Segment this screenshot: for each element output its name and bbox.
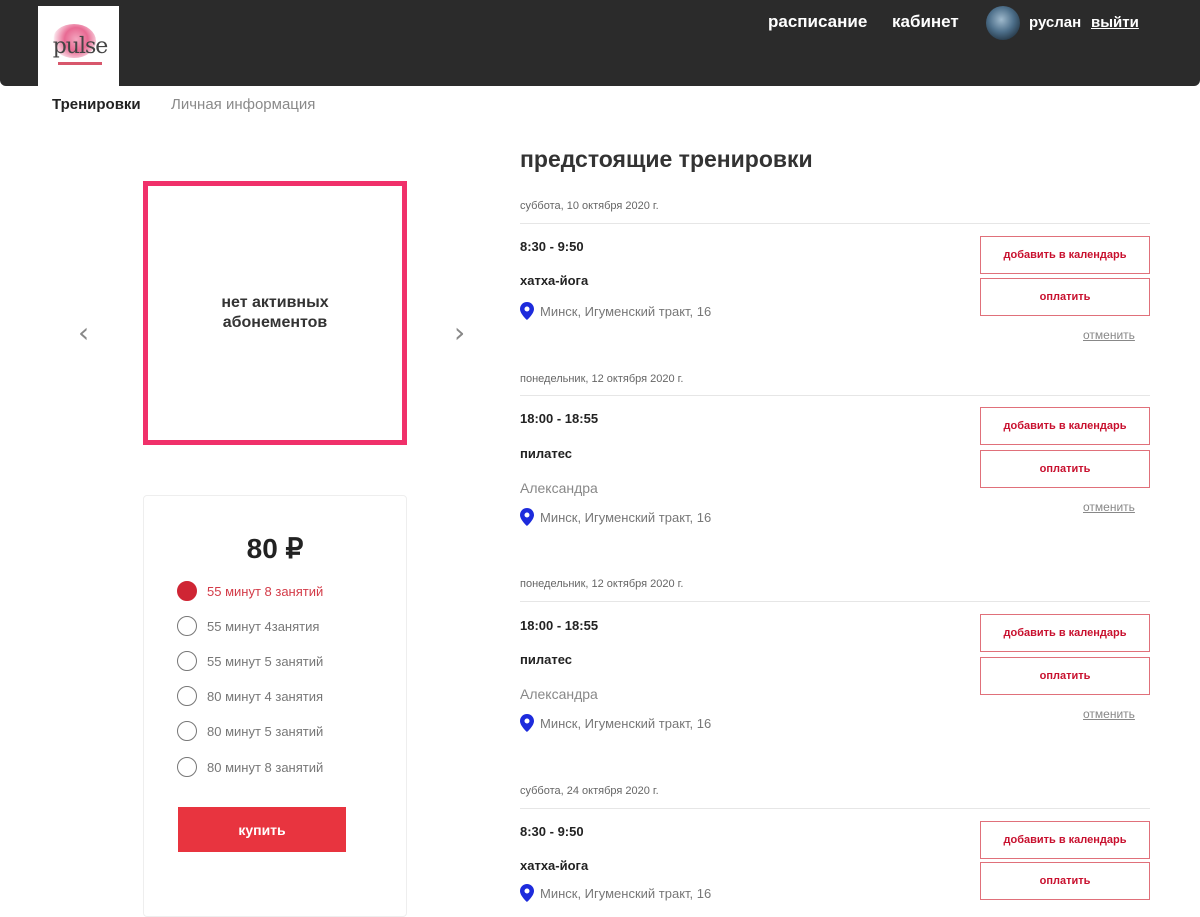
session-class: хатха-йога <box>520 858 589 873</box>
price-value: 80 ₽ <box>246 533 304 564</box>
location-pin-icon <box>520 508 534 526</box>
plan-option-label: 55 минут 5 занятий <box>207 653 324 669</box>
radio-button[interactable] <box>177 721 197 741</box>
divider <box>520 601 1150 602</box>
location-text: Минск, Игуменский тракт, 16 <box>540 509 712 525</box>
session-location: Минск, Игуменский тракт, 16 <box>520 508 711 526</box>
plan-option[interactable]: 80 минут 8 занятий <box>177 756 323 778</box>
logout-link[interactable]: выйти <box>1091 14 1139 31</box>
cancel-link[interactable]: отменить <box>1083 500 1135 514</box>
top-navigation-bar: pulse расписание кабинет руслан выйти <box>0 0 1200 86</box>
radio-button[interactable] <box>177 686 197 706</box>
plan-option[interactable]: 80 минут 4 занятия <box>177 685 323 707</box>
username[interactable]: руслан <box>1029 14 1081 31</box>
pricing-panel: 80 ₽ 55 минут 8 занятий 55 минут 4заняти… <box>143 495 407 917</box>
plan-option-label: 80 минут 4 занятия <box>207 688 324 704</box>
tab-trainings[interactable]: Тренировки <box>52 96 141 113</box>
session-time: 8:30 - 9:50 <box>520 239 584 254</box>
plan-option-label: 80 минут 5 занятий <box>207 723 324 739</box>
plan-option-label: 80 минут 8 занятий <box>207 759 324 775</box>
chevron-left-icon[interactable]: ‹ <box>78 316 89 349</box>
no-subscriptions-message: нет активных абонементов <box>221 294 329 331</box>
divider <box>520 808 1150 809</box>
pay-button[interactable]: оплатить <box>980 278 1150 316</box>
plan-option-label: 55 минут 8 занятий <box>207 583 324 599</box>
add-to-calendar-button[interactable]: добавить в календарь <box>980 821 1150 859</box>
chevron-right-icon[interactable]: › <box>454 316 465 349</box>
location-text: Минск, Игуменский тракт, 16 <box>540 885 712 901</box>
session-location: Минск, Игуменский тракт, 16 <box>520 302 711 320</box>
session-time: 18:00 - 18:55 <box>520 411 599 426</box>
pay-button[interactable]: оплатить <box>980 657 1150 695</box>
plan-option[interactable]: 55 минут 4занятия <box>177 615 319 637</box>
session-date: понедельник, 12 октября 2020 г. <box>520 578 684 590</box>
session-date: понедельник, 12 октября 2020 г. <box>520 373 684 385</box>
upcoming-trainings-title: предстоящие тренировки <box>520 146 813 172</box>
session-date: суббота, 10 октября 2020 г. <box>520 200 659 212</box>
radio-button[interactable] <box>177 757 197 777</box>
plan-option[interactable]: 80 минут 5 занятий <box>177 720 323 742</box>
session-time: 8:30 - 9:50 <box>520 824 584 839</box>
session-coach: Александра <box>520 480 598 496</box>
add-to-calendar-button[interactable]: добавить в календарь <box>980 407 1150 445</box>
tab-personal-info[interactable]: Личная информация <box>171 96 315 113</box>
session-location: Минск, Игуменский тракт, 16 <box>520 714 711 732</box>
nav-cabinet-link[interactable]: кабинет <box>892 12 959 32</box>
plan-option[interactable]: 55 минут 5 занятий <box>177 650 323 672</box>
divider <box>520 223 1150 224</box>
radio-button[interactable] <box>177 651 197 671</box>
radio-button[interactable] <box>177 616 197 636</box>
plan-option[interactable]: 55 минут 8 занятий <box>177 580 323 602</box>
buy-button[interactable]: купить <box>178 807 346 852</box>
radio-button-selected[interactable] <box>177 581 197 601</box>
session-location: Минск, Игуменский тракт, 16 <box>520 884 711 902</box>
session-class: пилатес <box>520 652 572 667</box>
cancel-link[interactable]: отменить <box>1083 328 1135 342</box>
location-text: Минск, Игуменский тракт, 16 <box>540 303 712 319</box>
session-coach: Александра <box>520 686 598 702</box>
session-class: пилатес <box>520 446 572 461</box>
location-pin-icon <box>520 302 534 320</box>
pulse-logo[interactable]: pulse <box>38 6 119 86</box>
logo-underline <box>58 62 102 65</box>
pay-button[interactable]: оплатить <box>980 862 1150 900</box>
session-time: 18:00 - 18:55 <box>520 618 599 633</box>
session-date: суббота, 24 октября 2020 г. <box>520 785 659 797</box>
nav-schedule-link[interactable]: расписание <box>768 12 867 32</box>
location-text: Минск, Игуменский тракт, 16 <box>540 715 712 731</box>
cancel-link[interactable]: отменить <box>1083 707 1135 721</box>
session-class: хатха-йога <box>520 273 589 288</box>
location-pin-icon <box>520 884 534 902</box>
add-to-calendar-button[interactable]: добавить в календарь <box>980 614 1150 652</box>
plan-option-label: 55 минут 4занятия <box>207 618 320 634</box>
user-avatar[interactable] <box>986 6 1020 40</box>
add-to-calendar-button[interactable]: добавить в календарь <box>980 236 1150 274</box>
subscription-card: нет активных абонементов <box>143 181 407 445</box>
logo-wordmark: pulse <box>52 34 109 59</box>
pay-button[interactable]: оплатить <box>980 450 1150 488</box>
divider <box>520 395 1150 396</box>
location-pin-icon <box>520 714 534 732</box>
